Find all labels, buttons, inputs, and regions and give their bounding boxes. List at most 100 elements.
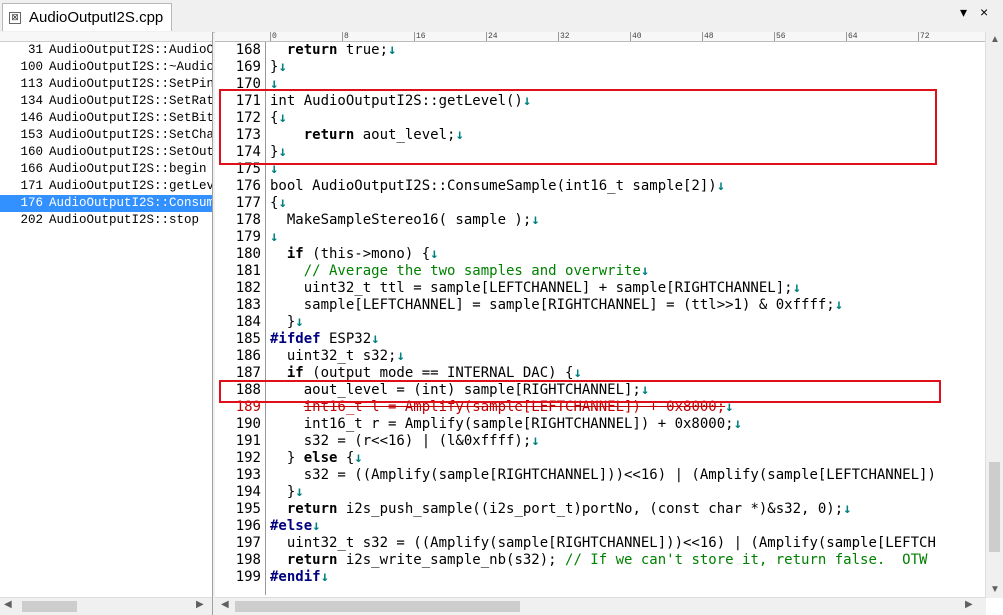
code-line[interactable]: return i2s_write_sample_nb(s32); // If w… — [270, 552, 928, 569]
outline-item-name: AudioOutputI2S::SetChannels — [49, 128, 212, 142]
editor-vscroll-thumb[interactable] — [989, 462, 1000, 552]
line-number: 171 — [235, 93, 261, 109]
line-number: 195 — [235, 501, 261, 517]
outline-item[interactable]: 166 AudioOutputI2S::begin — [0, 161, 212, 178]
outline-item-line: 31 — [27, 43, 43, 57]
code-line[interactable]: #endif↓ — [270, 569, 329, 586]
outline-item[interactable]: 113 AudioOutputI2S::SetPinout — [0, 76, 212, 93]
outline-item-line: 176 — [20, 196, 43, 210]
code-line[interactable]: bool AudioOutputI2S::ConsumeSample(int16… — [270, 178, 725, 195]
line-number: 182 — [235, 280, 261, 296]
outline-item-line: 202 — [20, 213, 43, 227]
line-number: 169 — [235, 59, 261, 75]
code-line[interactable]: {↓ — [270, 195, 287, 212]
line-number: 194 — [235, 484, 261, 500]
scroll-right-icon[interactable]: ▶ — [196, 599, 204, 610]
code-line[interactable]: return aout_level;↓ — [270, 127, 464, 144]
line-number: 181 — [235, 263, 261, 279]
outline-horizontal-scrollbar[interactable]: ◀ ▶ — [0, 597, 212, 615]
line-number: 190 — [235, 416, 261, 432]
ruler-mark: 16 — [414, 32, 426, 41]
code-line[interactable]: ↓ — [270, 229, 278, 246]
tab-title: AudioOutputI2S.cpp — [29, 9, 164, 26]
code-line[interactable]: int16_t l = Amplify(sample[LEFTCHANNEL])… — [270, 399, 734, 416]
outline-item[interactable]: 100 AudioOutputI2S::~AudioOutputI2S — [0, 59, 212, 76]
line-number: 184 — [235, 314, 261, 330]
code-text-area[interactable]: return true;↓}↓ ↓ int AudioOutputI2S::getL… — [270, 42, 986, 595]
outline-item-name: AudioOutputI2S::stop — [49, 213, 200, 227]
close-window-icon[interactable]: × — [980, 4, 988, 20]
ruler-mark: 24 — [486, 32, 498, 41]
line-number: 176 — [235, 178, 261, 194]
code-line[interactable]: aout_level = (int) sample[RIGHTCHANNEL];… — [270, 382, 650, 399]
line-number: 189 — [235, 399, 261, 415]
line-number: 191 — [235, 433, 261, 449]
code-line[interactable]: #ifdef ESP32↓ — [270, 331, 380, 348]
code-line[interactable]: uint32_t ttl = sample[LEFTCHANNEL] + sam… — [270, 280, 801, 297]
outline-item[interactable]: 171 AudioOutputI2S::getLevel — [0, 178, 212, 195]
editor-horizontal-scrollbar[interactable]: ◀ ▶ — [215, 597, 986, 615]
code-line[interactable]: sample[LEFTCHANNEL] = sample[RIGHTCHANNE… — [270, 297, 843, 314]
code-line[interactable]: {↓ — [270, 110, 287, 127]
ruler-mark: 32 — [558, 32, 570, 41]
code-line[interactable]: return true;↓ — [270, 42, 397, 59]
scroll-left-icon[interactable]: ◀ — [221, 599, 229, 610]
code-line[interactable]: uint32_t s32 = ((Amplify(sample[RIGHTCHA… — [270, 535, 936, 552]
outline-item-name: AudioOutputI2S::SetRate — [49, 94, 212, 108]
title-bar: ⊠ AudioOutputI2S.cpp ▾ × — [0, 0, 1003, 33]
line-number: 185 — [235, 331, 261, 347]
code-line[interactable]: s32 = ((Amplify(sample[RIGHTCHANNEL]))<<… — [270, 467, 936, 484]
outline-item-name: AudioOutputI2S::SetPinout — [49, 77, 212, 91]
tab-list-dropdown-icon[interactable]: ▾ — [960, 4, 967, 21]
outline-item-line: 100 — [20, 60, 43, 74]
outline-item[interactable]: 160 AudioOutputI2S::SetOutputModeMono — [0, 144, 212, 161]
code-line[interactable]: }↓ — [270, 484, 304, 501]
code-editor[interactable]: 0 8 16 24 32 40 48 56 64 72 168 169 170 171 172 173 174… — [215, 32, 1003, 615]
outline-item[interactable]: 146 AudioOutputI2S::SetBitsPerSample — [0, 110, 212, 127]
outline-scroll-thumb[interactable] — [22, 601, 77, 612]
column-ruler: 0 8 16 24 32 40 48 56 64 72 — [215, 32, 986, 42]
outline-ruler — [0, 32, 212, 42]
code-line[interactable]: ↓ — [270, 76, 278, 93]
code-line[interactable]: uint32_t s32;↓ — [270, 348, 405, 365]
line-number: 196 — [235, 518, 261, 534]
outline-item[interactable]: 31 AudioOutputI2S::AudioOutputI2S — [0, 42, 212, 59]
code-line[interactable]: #else↓ — [270, 518, 321, 535]
scroll-up-icon[interactable]: ▲ — [990, 34, 1000, 45]
scroll-right-icon[interactable]: ▶ — [965, 599, 973, 610]
line-number: 187 — [235, 365, 261, 381]
code-line[interactable]: } else {↓ — [270, 450, 363, 467]
scroll-down-icon[interactable]: ▼ — [990, 584, 1000, 595]
outline-item[interactable]: 153 AudioOutputI2S::SetChannels — [0, 127, 212, 144]
code-line[interactable]: if (output_mode == INTERNAL_DAC) {↓ — [270, 365, 582, 382]
tab-audiooutputi2s[interactable]: ⊠ AudioOutputI2S.cpp — [2, 3, 173, 31]
code-line[interactable]: ↓ — [270, 161, 278, 178]
outline-item[interactable]: 202 AudioOutputI2S::stop — [0, 212, 212, 229]
outline-item-name: AudioOutputI2S::SetOutputModeMono — [49, 145, 212, 159]
code-line[interactable]: // Average the two samples and overwrite… — [270, 263, 650, 280]
line-number: 177 — [235, 195, 261, 211]
outline-item-name: AudioOutputI2S::getLevel — [49, 179, 212, 193]
editor-vertical-scrollbar[interactable]: ▲ ▼ — [985, 32, 1003, 598]
code-line[interactable]: return i2s_push_sample((i2s_port_t)portN… — [270, 501, 852, 518]
code-line[interactable]: int AudioOutputI2S::getLevel()↓ — [270, 93, 531, 110]
code-line[interactable]: }↓ — [270, 314, 304, 331]
outline-item[interactable]: 134 AudioOutputI2S::SetRate — [0, 93, 212, 110]
code-line[interactable]: MakeSampleStereo16( sample );↓ — [270, 212, 540, 229]
code-line[interactable]: int16_t r = Amplify(sample[RIGHTCHANNEL]… — [270, 416, 742, 433]
ruler-mark: 56 — [774, 32, 786, 41]
code-line[interactable]: }↓ — [270, 59, 287, 76]
tab-close-icon[interactable]: ⊠ — [9, 11, 21, 24]
line-number: 172 — [235, 110, 261, 126]
scroll-left-icon[interactable]: ◀ — [4, 599, 12, 610]
code-line[interactable]: s32 = (r<<16) | (l&0xffff);↓ — [270, 433, 540, 450]
outline-item-line: 166 — [20, 162, 43, 176]
outline-item[interactable]: 176 AudioOutputI2S::ConsumeSample — [0, 195, 212, 212]
line-number: 193 — [235, 467, 261, 483]
line-number: 183 — [235, 297, 261, 313]
outline-item-name: AudioOutputI2S::~AudioOutputI2S — [49, 60, 212, 74]
ruler-mark: 40 — [630, 32, 642, 41]
editor-hscroll-thumb[interactable] — [235, 601, 520, 612]
code-line[interactable]: if (this->mono) {↓ — [270, 246, 439, 263]
code-line[interactable]: }↓ — [270, 144, 287, 161]
